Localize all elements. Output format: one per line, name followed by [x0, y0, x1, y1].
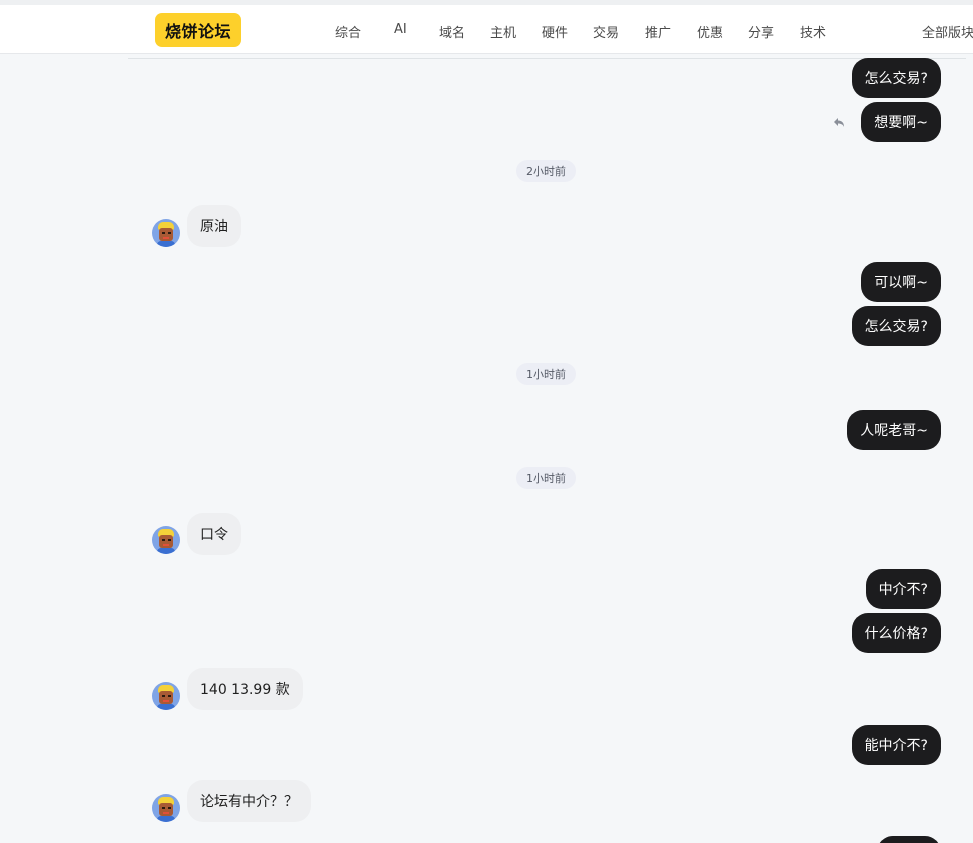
user-avatar[interactable]	[152, 682, 180, 710]
nav-item-general[interactable]: 综合	[335, 22, 361, 41]
message-outgoing[interactable]: 人呢老哥~	[847, 410, 941, 450]
nav-item-hardware[interactable]: 硬件	[542, 22, 568, 41]
header-divider	[128, 58, 966, 59]
nav-item-ai[interactable]: AI	[394, 22, 407, 37]
user-avatar[interactable]	[152, 219, 180, 247]
timestamp-divider: 1小时前	[516, 467, 576, 489]
nav-item-share[interactable]: 分享	[748, 22, 774, 41]
reply-arrow-icon[interactable]	[832, 114, 846, 128]
chat-page: 烧饼论坛 综合 AI 域名 主机 硬件 交易 推广 优惠 分享 技术 全部版块 …	[0, 0, 973, 843]
message-incoming[interactable]: 论坛有中介？？	[187, 780, 311, 822]
nav-item-trade[interactable]: 交易	[593, 22, 619, 41]
message-outgoing[interactable]: 怎么交易?	[851, 58, 941, 98]
nav-item-hosting[interactable]: 主机	[490, 22, 516, 41]
message-incoming[interactable]: 口令	[187, 513, 241, 555]
nav-item-all-sections[interactable]: 全部版块	[922, 22, 973, 41]
message-outgoing[interactable]: 能中介不?	[851, 725, 941, 765]
timestamp-divider: 1小时前	[516, 363, 576, 385]
nav-item-domain[interactable]: 域名	[439, 22, 465, 41]
user-avatar[interactable]	[152, 794, 180, 822]
top-nav-bar: 烧饼论坛 综合 AI 域名 主机 硬件 交易 推广 优惠 分享 技术 全部版块	[0, 0, 973, 54]
message-outgoing[interactable]: 怎么交易?	[851, 306, 941, 346]
nav-item-deals[interactable]: 优惠	[697, 22, 723, 41]
message-outgoing[interactable]: 什么价格?	[851, 613, 941, 653]
message-incoming[interactable]: 140 13.99 款	[187, 668, 303, 710]
message-outgoing[interactable]: 中介不?	[865, 569, 941, 609]
nav-item-tech[interactable]: 技术	[800, 22, 826, 41]
message-outgoing[interactable]: 想要啊~	[861, 102, 941, 142]
forum-logo[interactable]: 烧饼论坛	[155, 13, 242, 47]
user-avatar[interactable]	[152, 526, 180, 554]
message-outgoing[interactable]: 可以啊~	[861, 262, 941, 302]
message-incoming[interactable]: 原油	[187, 205, 241, 247]
message-outgoing-partial[interactable]	[877, 836, 941, 843]
nav-item-promotion[interactable]: 推广	[645, 22, 671, 41]
timestamp-divider: 2小时前	[516, 160, 576, 182]
